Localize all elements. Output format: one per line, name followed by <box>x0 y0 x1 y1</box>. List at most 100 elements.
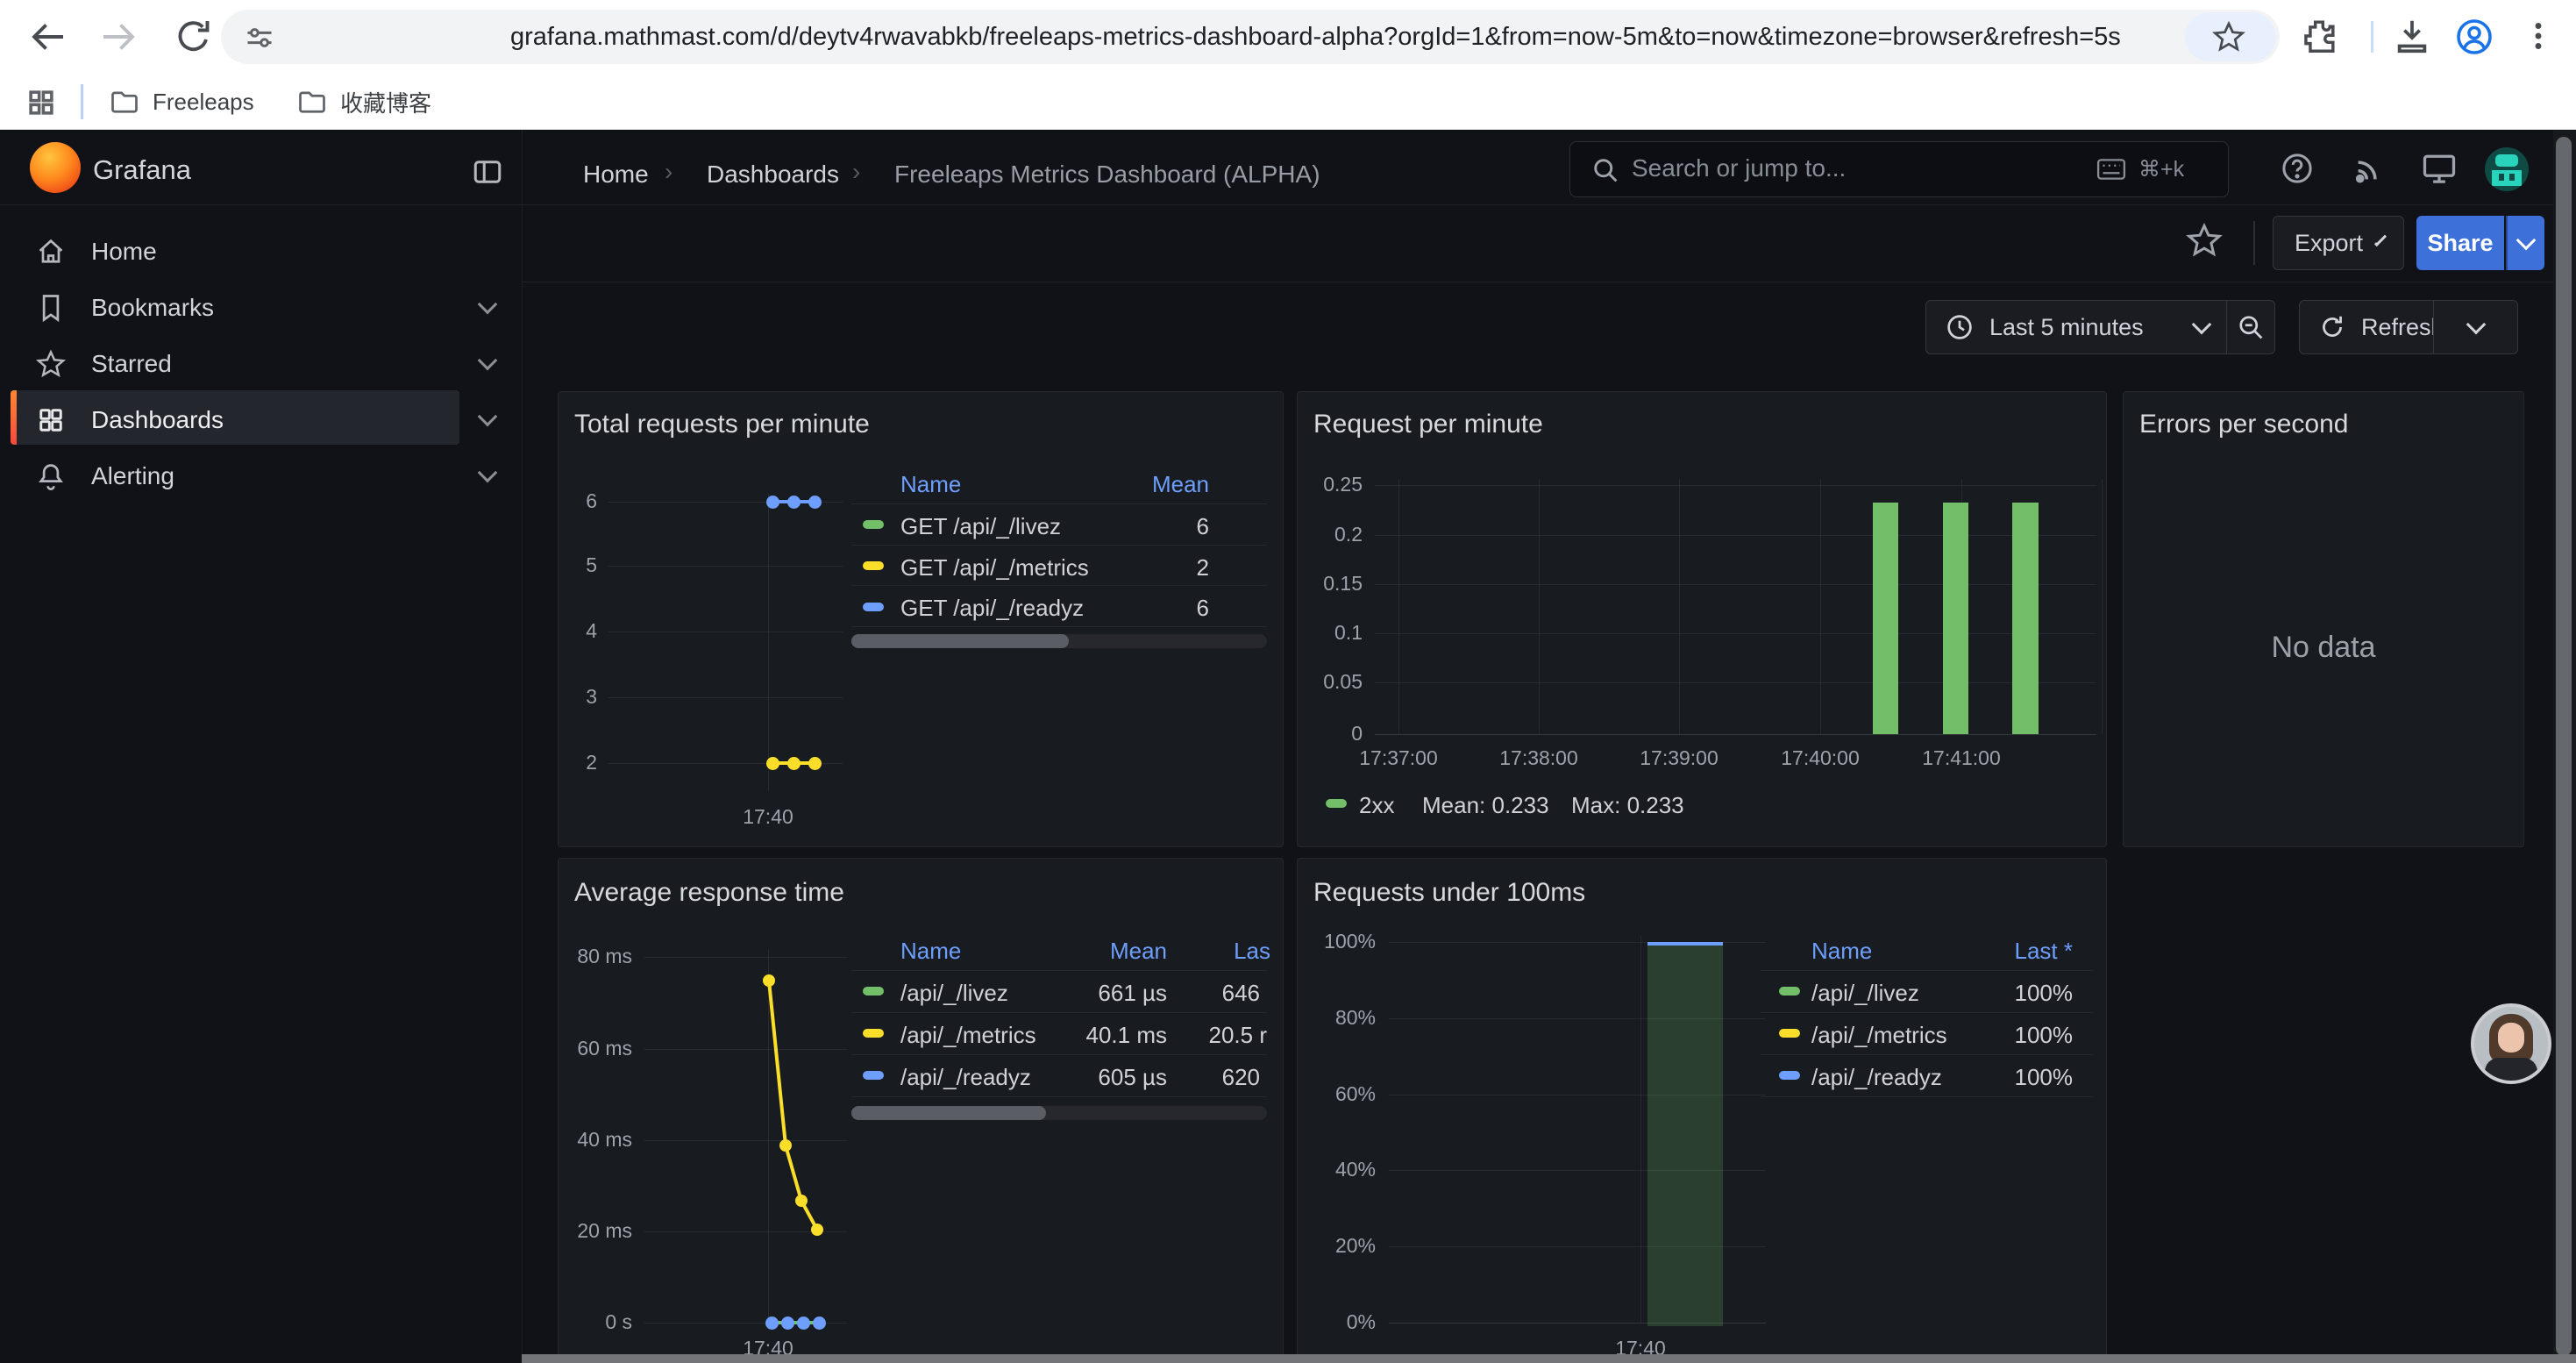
legend-mean-value: 661 µs <box>1035 980 1167 1007</box>
legend-header-last[interactable]: Last * <box>1941 938 2073 965</box>
sidebar-item-starred[interactable]: Starred <box>0 336 522 392</box>
news-rss-icon[interactable] <box>2350 149 2390 189</box>
panel-requests-under-100ms[interactable]: Requests under 100ms 100% 80% 60% 40% 20… <box>1297 858 2107 1363</box>
time-range-picker[interactable]: Last 5 minutes <box>1925 300 2227 354</box>
breadcrumb-dashboards[interactable]: Dashboards <box>707 161 839 189</box>
avatar-body <box>2485 1058 2537 1084</box>
bookmark-folder-freeleaps[interactable]: Freeleaps <box>109 85 254 118</box>
legend-scrollbar-thumb[interactable] <box>851 634 1069 648</box>
panel-title[interactable]: Errors per second <box>2139 410 2348 439</box>
back-icon[interactable] <box>26 16 68 58</box>
legend-name[interactable]: 2xx <box>1359 792 1394 819</box>
y-tick: 0.1 <box>1298 621 1363 645</box>
panel-title[interactable]: Requests under 100ms <box>1313 878 1585 908</box>
legend-mean-value: 605 µs <box>1035 1064 1167 1091</box>
profile-icon[interactable] <box>2453 16 2495 58</box>
legend-header-mean[interactable]: Mean <box>1035 938 1167 965</box>
panel-title[interactable]: Average response time <box>574 878 844 908</box>
star-icon <box>35 348 67 380</box>
share-button[interactable]: Share <box>2416 216 2504 270</box>
legend-scrollbar-thumb[interactable] <box>851 1106 1046 1120</box>
legend-value: 6 <box>1078 595 1209 622</box>
help-icon[interactable] <box>2278 149 2318 189</box>
export-button[interactable]: Export <box>2273 216 2404 270</box>
reload-icon[interactable] <box>172 16 214 58</box>
time-range-label: Last 5 minutes <box>1989 314 2144 341</box>
legend-header-name[interactable]: Name <box>900 938 961 965</box>
y-tick: 2 <box>559 751 597 774</box>
url-text[interactable]: grafana.mathmast.com/d/deytv4rwavabkb/fr… <box>510 23 2121 52</box>
panel-request-per-minute[interactable]: Request per minute 0.25 0.2 0.15 0.1 0.0… <box>1297 391 2107 847</box>
legend-header-name[interactable]: Name <box>1811 938 1872 965</box>
search-input[interactable]: Search or jump to... ⌘+k <box>1569 141 2229 197</box>
home-icon <box>35 236 67 268</box>
user-avatar[interactable] <box>2485 147 2529 191</box>
legend-name[interactable]: /api/_/metrics <box>1811 1022 1947 1049</box>
chevron-down-icon <box>2192 315 2212 335</box>
legend-chip <box>863 561 884 570</box>
sidebar-item-label: Starred <box>91 350 172 378</box>
breadcrumb-current: Freeleaps Metrics Dashboard (ALPHA) <box>894 161 1320 189</box>
star-icon[interactable] <box>2211 19 2246 54</box>
bookmark-star-pill <box>2185 12 2276 61</box>
url-bar[interactable]: grafana.mathmast.com/d/deytv4rwavabkb/fr… <box>221 10 2280 64</box>
sidebar-item-dashboards[interactable]: Dashboards <box>0 392 522 448</box>
topnav-divider <box>0 204 2576 205</box>
sidebar-item-alerting[interactable]: Alerting <box>0 448 522 504</box>
assistant-avatar-overlay[interactable] <box>2471 1003 2551 1084</box>
refresh-button[interactable]: Refresh <box>2299 300 2434 354</box>
share-menu-button[interactable] <box>2506 216 2544 270</box>
y-tick: 0.05 <box>1298 670 1363 694</box>
monitor-icon[interactable] <box>2420 149 2460 189</box>
legend-name[interactable]: GET /api/_/metrics <box>900 554 1089 582</box>
extensions-icon[interactable] <box>2299 16 2341 58</box>
breadcrumb-home[interactable]: Home <box>583 161 649 189</box>
refresh-interval-button[interactable] <box>2433 300 2518 354</box>
legend-name[interactable]: /api/_/livez <box>1811 980 1919 1007</box>
legend-name[interactable]: GET /api/_/livez <box>900 513 1061 540</box>
legend-value: 100% <box>1941 1022 2073 1049</box>
panel-title[interactable]: Request per minute <box>1313 410 1543 439</box>
page-scrollbar[interactable] <box>2553 130 2576 1363</box>
bar-2xx <box>1943 503 1968 734</box>
legend-header-mean[interactable]: Mean <box>1078 471 1209 498</box>
x-tick: 17:38:00 <box>1469 746 1609 770</box>
horizontal-scrollbar[interactable] <box>522 1354 2576 1363</box>
sidebar-item-bookmarks[interactable]: Bookmarks <box>0 280 522 336</box>
panel-total-requests[interactable]: Total requests per minute 6 5 4 3 2 17:4… <box>558 391 1284 847</box>
legend-header-name[interactable]: Name <box>900 471 961 498</box>
panel-title[interactable]: Total requests per minute <box>574 410 870 439</box>
apps-grid-icon[interactable] <box>25 86 58 119</box>
legend-chip <box>1779 1071 1800 1080</box>
site-settings-icon[interactable] <box>244 22 275 54</box>
bookmark-folder-blogs[interactable]: 收藏博客 <box>296 85 431 118</box>
y-tick: 80 ms <box>559 945 632 968</box>
sidebar-item-label: Dashboards <box>91 406 224 434</box>
legend-name[interactable]: /api/_/readyz <box>1811 1064 1942 1091</box>
legend-chip <box>1779 987 1800 995</box>
panel-errors-per-second[interactable]: Errors per second No data <box>2123 391 2524 847</box>
zoom-out-button[interactable] <box>2226 300 2275 354</box>
x-tick: 17:40 <box>698 805 838 829</box>
panel-average-response-time[interactable]: Average response time 80 ms 60 ms 40 ms … <box>558 858 1284 1363</box>
bookmarks-bar: Freeleaps 收藏博客 <box>0 74 2576 130</box>
legend-header-last[interactable]: Las <box>1183 938 1270 965</box>
menu-kebab-icon[interactable] <box>2518 16 2560 58</box>
legend-value: 100% <box>1941 1064 2073 1091</box>
avatar-face <box>2498 1023 2524 1053</box>
legend-name[interactable]: /api/_/metrics <box>900 1022 1036 1049</box>
sidebar-item-home[interactable]: Home <box>0 224 522 280</box>
sidebar-toggle-icon[interactable] <box>470 154 505 189</box>
favorite-star-icon[interactable] <box>2185 221 2224 260</box>
legend-name[interactable]: /api/_/livez <box>900 980 1008 1007</box>
page-scrollbar-thumb[interactable] <box>2556 137 2572 1356</box>
toolbar-divider <box>2371 21 2373 53</box>
forward-icon[interactable] <box>98 16 140 58</box>
legend-mean-value: 40.1 ms <box>1035 1022 1167 1049</box>
y-tick: 0% <box>1298 1310 1376 1334</box>
sidebar-item-label: Bookmarks <box>91 294 214 322</box>
legend-name[interactable]: /api/_/readyz <box>900 1064 1031 1091</box>
download-icon[interactable] <box>2392 16 2434 58</box>
legend-name[interactable]: GET /api/_/readyz <box>900 595 1084 622</box>
grafana-logo[interactable] <box>30 142 81 193</box>
